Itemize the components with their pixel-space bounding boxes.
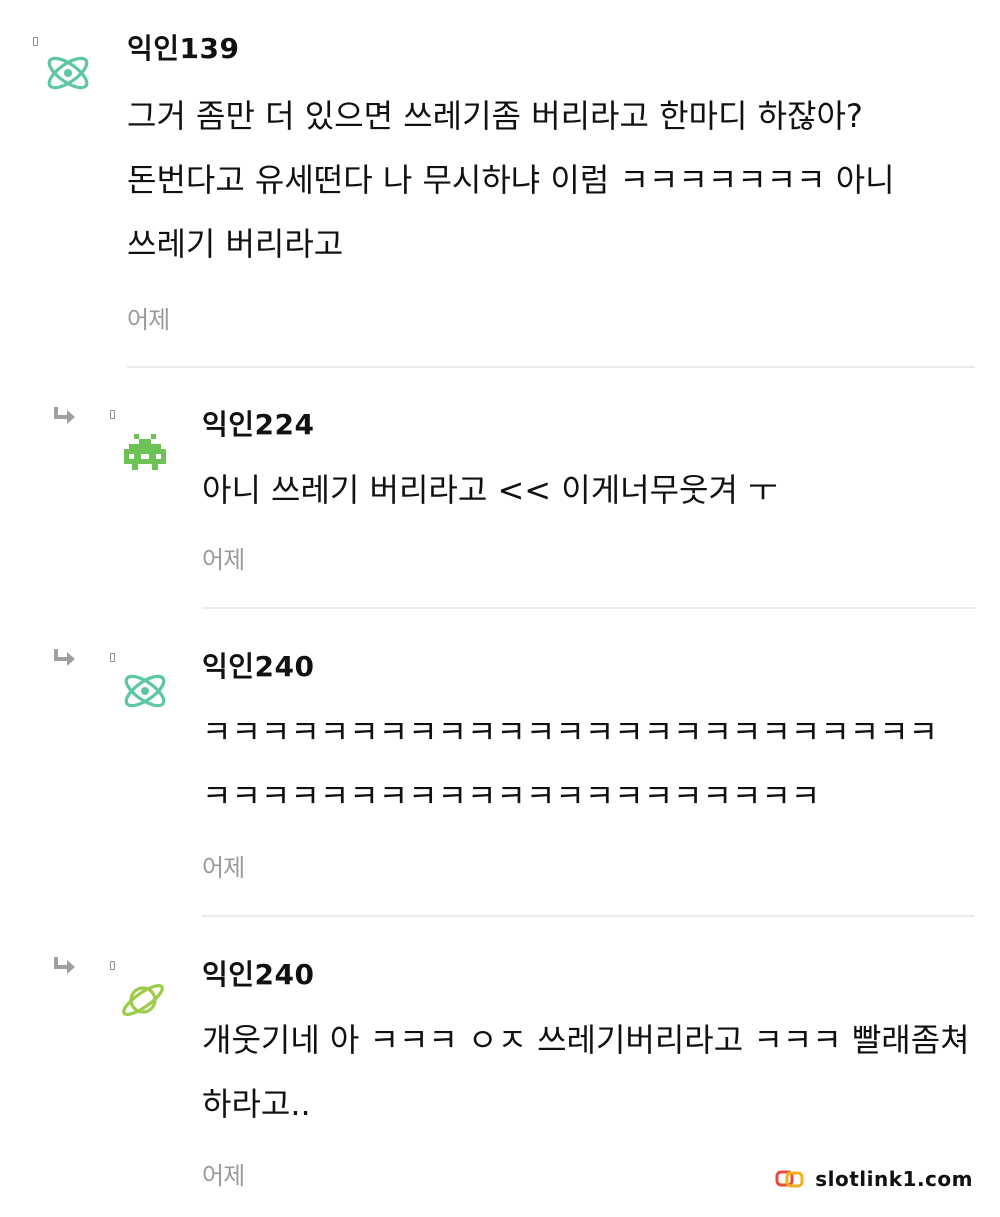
reply-arrow-icon: [54, 407, 75, 424]
comment-timestamp: 어제: [127, 306, 170, 334]
comment-content: 그거 좀만 더 있으면 쓰레기좀 버리라고 한마디 하잖아? 돈번다고 유세떤다…: [127, 97, 895, 263]
comment-nickname[interactable]: 익인139: [127, 32, 239, 66]
atom-icon[interactable]: [43, 48, 93, 98]
comment-timestamp: 어제: [202, 546, 245, 574]
divider: [127, 366, 975, 368]
chain-link-icon: [775, 1170, 804, 1188]
comment-content: ㅋㅋㅋㅋㅋㅋㅋㅋㅋㅋㅋㅋㅋㅋㅋㅋㅋㅋㅋㅋㅋㅋㅋㅋㅋㅋㅋㅋㅋㅋㅋㅋㅋㅋㅋㅋㅋㅋㅋㅋ…: [202, 713, 939, 815]
watermark-text: slotlink1.com: [815, 1167, 973, 1191]
space-invader-icon[interactable]: [120, 428, 170, 478]
divider: [202, 607, 975, 609]
comment-timestamp: 어제: [202, 854, 245, 882]
comment-nickname[interactable]: 익인224: [202, 408, 314, 442]
watermark: slotlink1.com: [775, 1167, 973, 1191]
comment-content: 아니 쓰레기 버리라고 << 이게너무웃겨 ㅜ: [202, 471, 778, 509]
planet-icon[interactable]: [118, 975, 168, 1025]
badge-icon: [33, 37, 38, 46]
badge-icon: [110, 961, 115, 970]
comment-nickname[interactable]: 익인240: [202, 958, 314, 992]
reply-arrow-icon: [54, 957, 75, 974]
comment-timestamp: 어제: [202, 1162, 245, 1190]
divider: [202, 915, 975, 917]
atom-icon[interactable]: [120, 666, 170, 716]
badge-icon: [110, 410, 115, 419]
badge-icon: [110, 653, 115, 662]
reply-arrow-icon: [54, 649, 75, 666]
comment-nickname[interactable]: 익인240: [202, 650, 314, 684]
comment-content: 개웃기네 아 ㅋㅋㅋ ㅇㅈ 쓰레기버리라고 ㅋㅋㅋ 빨래좀쳐하라고..: [202, 1021, 970, 1123]
